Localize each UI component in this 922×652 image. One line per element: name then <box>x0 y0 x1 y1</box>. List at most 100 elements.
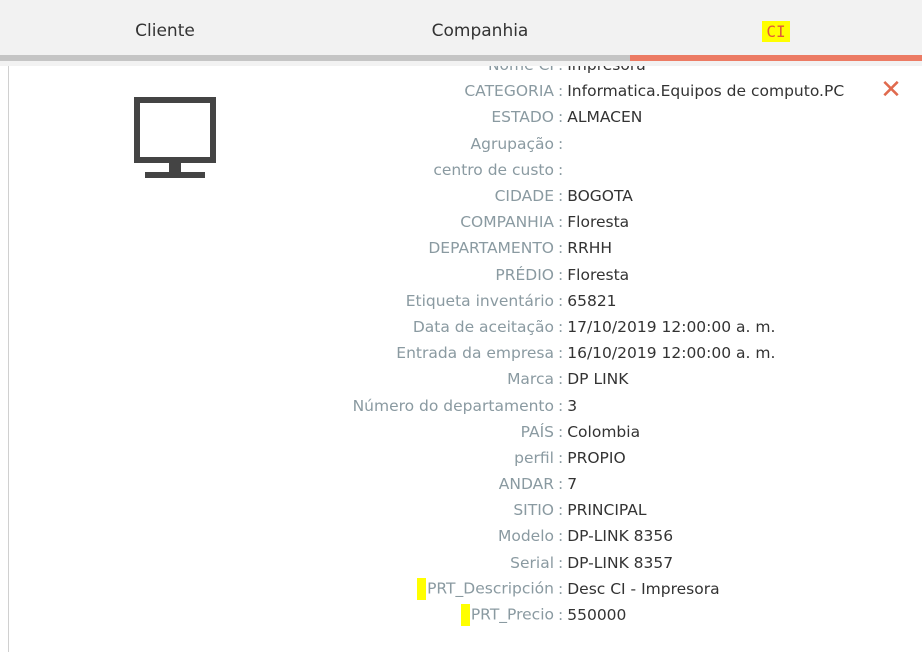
field-separator: : <box>554 66 567 74</box>
field-value: 16/10/2019 12:00:00 a. m. <box>567 344 776 363</box>
field-label: ANDAR <box>9 475 554 493</box>
field-label: ESTADO <box>9 108 554 126</box>
field-row: SITIO: PRINCIPAL <box>9 497 922 523</box>
field-value: DP LINK <box>567 370 629 389</box>
field-label-text: CATEGORIA <box>464 82 554 101</box>
field-row: PRT_Precio:550000 <box>9 602 922 628</box>
field-label-text: SITIO <box>513 501 554 520</box>
field-label-text: CIDADE <box>494 187 554 206</box>
field-value: RRHH <box>567 239 613 258</box>
field-label-text: centro de custo <box>433 160 554 179</box>
field-separator: : <box>558 291 564 310</box>
field-row: Número do departamento:3 <box>9 392 922 418</box>
field-value: DP-LINK 8356 <box>567 527 674 546</box>
field-label-text: Agrupação <box>470 134 554 153</box>
field-label-text: PAÍS <box>520 422 554 441</box>
field-separator: : <box>558 396 564 415</box>
field-separator: : <box>558 422 564 441</box>
field-separator: : <box>558 82 564 101</box>
tab-underline <box>0 55 630 61</box>
field-label: Data de aceitação <box>9 318 554 336</box>
field-value: 65821 <box>567 291 617 310</box>
field-label: Serial <box>9 554 554 572</box>
field-label: Agrupação <box>9 135 554 153</box>
field-row: COMPANHIA: Floresta <box>9 209 922 235</box>
field-label-text: PRT_Descripción <box>427 579 554 598</box>
field-label-text: ESTADO <box>491 108 554 127</box>
field-label-text: Marca <box>507 370 554 389</box>
field-row: PAÍS: Colombia <box>9 419 922 445</box>
field-value: 3 <box>567 396 578 415</box>
field-label-text: DEPARTAMENTO <box>428 239 554 258</box>
field-label-text: Etiqueta inventário <box>405 291 554 310</box>
field-separator: : <box>558 553 564 572</box>
field-label-text: Serial <box>510 553 554 572</box>
field-value: Floresta <box>567 213 630 232</box>
field-label-text: Data de aceitação <box>412 317 554 336</box>
field-label: DEPARTAMENTO <box>9 239 554 257</box>
field-label-text: Entrada da empresa <box>396 344 554 363</box>
field-separator: : <box>558 344 564 363</box>
tab-ci[interactable]: CI <box>630 0 922 62</box>
field-separator: : <box>558 134 564 153</box>
field-label: Modelo <box>9 527 554 545</box>
field-separator: : <box>558 108 564 127</box>
field-label-text: PRT_Precio <box>470 605 554 624</box>
field-label: SITIO <box>9 501 554 519</box>
field-label-text: Número do departamento <box>352 396 554 415</box>
tab-bar: Cliente Companhia CI <box>0 0 922 66</box>
field-label: CATEGORIA <box>9 82 554 100</box>
field-label: perfil <box>9 449 554 467</box>
field-separator: : <box>558 187 564 206</box>
field-label-text: PRÉDIO <box>495 265 554 284</box>
field-separator: : <box>558 448 564 467</box>
field-value: Desc CI - Impresora <box>567 579 720 598</box>
highlight-marker <box>417 577 427 600</box>
field-separator: : <box>558 239 564 258</box>
field-separator: : <box>558 265 564 284</box>
tab-cliente[interactable]: Cliente <box>0 0 330 62</box>
field-value: Colombia <box>567 422 641 441</box>
field-value: 7 <box>567 475 578 494</box>
field-label: PRT_Descripción <box>9 577 554 600</box>
field-value: Impresora <box>567 66 646 74</box>
field-label-text: perfil <box>514 448 554 467</box>
field-label-text: Modelo <box>497 527 554 546</box>
field-value: Floresta <box>567 265 630 284</box>
field-label: CIDADE <box>9 187 554 205</box>
ci-detail-window: Cliente Companhia CI Nome CI:ImpresoraCA… <box>0 0 922 652</box>
ci-detail-panel: Nome CI:ImpresoraCATEGORIA:Informatica.E… <box>8 66 922 652</box>
close-icon[interactable]: ✕ <box>879 77 903 103</box>
field-label-text: ANDAR <box>498 475 554 494</box>
tab-companhia-label: Companhia <box>431 21 529 41</box>
active-tab-indicator <box>630 55 922 61</box>
field-row: Modelo: DP-LINK 8356 <box>9 523 922 549</box>
tab-ci-label: CI <box>762 20 790 42</box>
field-label: Marca <box>9 370 554 388</box>
field-row: Data de aceitação:17/10/2019 12:00:00 a.… <box>9 314 922 340</box>
field-row: Marca: DP LINK <box>9 366 922 392</box>
field-value: 550000 <box>567 606 627 625</box>
field-label: Etiqueta inventário <box>9 292 554 310</box>
field-row: Entrada da empresa:16/10/2019 12:00:00 a… <box>9 340 922 366</box>
field-value: PRINCIPAL <box>567 501 647 520</box>
tab-cliente-label: Cliente <box>135 21 195 41</box>
field-label-text: Nome CI <box>488 66 554 74</box>
tab-companhia[interactable]: Companhia <box>330 0 630 62</box>
field-row: ANDAR:7 <box>9 471 922 497</box>
field-value: DP-LINK 8357 <box>567 553 674 572</box>
field-row: Etiqueta inventário:65821 <box>9 288 922 314</box>
field-row: Nome CI:Impresora <box>9 66 922 78</box>
field-label: COMPANHIA <box>9 213 554 231</box>
field-value: ALMACEN <box>567 108 643 127</box>
field-row: CIDADE: BOGOTA <box>9 183 922 209</box>
field-row: DEPARTAMENTO: RRHH <box>9 235 922 261</box>
field-label: centro de custo <box>9 161 554 179</box>
field-label: Número do departamento <box>9 397 554 415</box>
field-value: Informatica.Equipos de computo.PC <box>567 82 845 101</box>
highlight-marker <box>460 604 470 627</box>
field-value: PROPIO <box>567 448 626 467</box>
field-label: PRT_Precio <box>9 604 554 627</box>
field-label: Entrada da empresa <box>9 344 554 362</box>
field-label: Nome CI <box>9 66 554 74</box>
